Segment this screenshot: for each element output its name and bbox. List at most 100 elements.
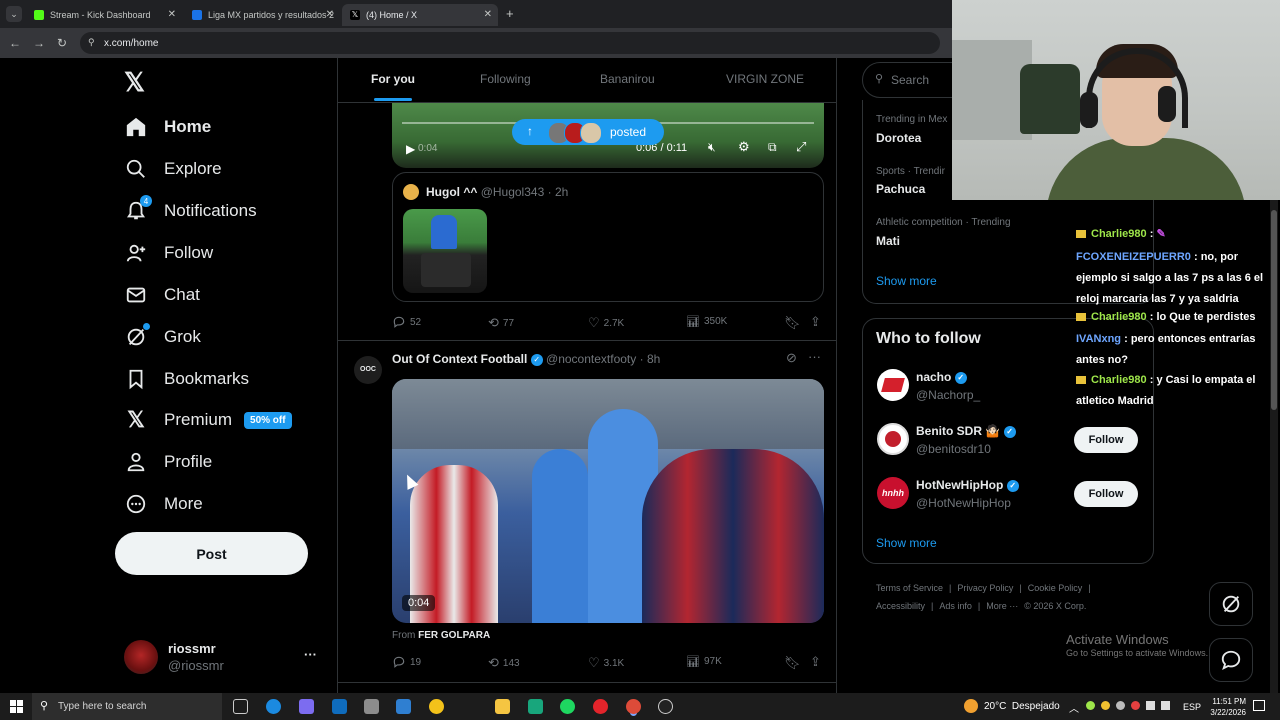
- nav-notifications[interactable]: 4 Notifications: [124, 193, 257, 229]
- new-tab-button[interactable]: +: [506, 6, 514, 21]
- share-icon[interactable]: ⇪: [810, 314, 821, 330]
- back-icon[interactable]: ←: [9, 36, 21, 50]
- chat-username[interactable]: Charlie980: [1091, 374, 1147, 386]
- outlook-icon[interactable]: [332, 699, 347, 714]
- nav-profile[interactable]: Profile: [124, 444, 212, 480]
- quoted-post[interactable]: Hugol ^^ @Hugol343 · 2h: [392, 172, 824, 302]
- x-logo-icon[interactable]: 𝕏: [124, 68, 150, 96]
- reply-button[interactable]: 19: [392, 655, 421, 669]
- browser-tab-ligamx[interactable]: Liga MX partidos y resultados 2 ✕: [184, 4, 340, 26]
- like-button[interactable]: ♡ 3.1K: [588, 655, 624, 671]
- chat-username[interactable]: Charlie980: [1091, 311, 1147, 323]
- windows-start-icon[interactable]: [10, 700, 23, 713]
- nav-home[interactable]: Home: [124, 109, 211, 145]
- chevron-up-icon[interactable]: ︿: [1069, 700, 1079, 715]
- more-icon[interactable]: ···: [808, 349, 821, 364]
- reply-button[interactable]: 52: [392, 315, 421, 329]
- tab-for-you[interactable]: For you: [371, 72, 415, 86]
- nav-explore[interactable]: Explore: [124, 151, 222, 187]
- obs-icon[interactable]: [658, 699, 673, 714]
- grok-fab[interactable]: [1209, 582, 1253, 626]
- nav-grok[interactable]: Grok: [124, 319, 201, 355]
- bookmark-icon[interactable]: 🔖︎: [784, 655, 801, 671]
- account-switcher[interactable]: riossmr @riossmr ···: [120, 636, 330, 678]
- close-icon[interactable]: ✕: [326, 9, 334, 20]
- follow-button[interactable]: Follow: [1074, 481, 1138, 507]
- copilot-icon[interactable]: [299, 699, 314, 714]
- messages-fab[interactable]: [1209, 638, 1253, 682]
- fullscreen-icon[interactable]: ⤢: [796, 139, 806, 155]
- file-explorer-icon[interactable]: [495, 699, 510, 714]
- address-input[interactable]: ⚲ x.com/home: [80, 32, 940, 54]
- share-icon[interactable]: ⇪: [810, 654, 821, 670]
- views-button[interactable]: 📊︎ 350K: [686, 315, 727, 328]
- settings-icon[interactable]: ⚙: [738, 139, 750, 155]
- follow-suggestion-name[interactable]: nacho ✓: [916, 370, 967, 384]
- post-button[interactable]: Post: [115, 532, 308, 575]
- close-icon[interactable]: ✕: [484, 9, 492, 20]
- language-indicator[interactable]: ESP: [1183, 702, 1201, 712]
- follow-suggestion-name[interactable]: HotNewHipHop ✓: [916, 478, 1019, 492]
- spotify-icon[interactable]: [560, 699, 575, 714]
- nav-premium[interactable]: 𝕏 Premium 50% off: [124, 402, 292, 438]
- chrome-active-icon[interactable]: [626, 699, 641, 714]
- chrome-icon[interactable]: [429, 699, 444, 714]
- grok-icon[interactable]: ⊘: [786, 350, 797, 366]
- taskbar-search-input[interactable]: ⚲ Type here to search: [32, 693, 222, 720]
- mute-icon[interactable]: 🔇︎: [708, 140, 716, 155]
- show-more-follow[interactable]: Show more: [876, 536, 937, 550]
- task-view-icon[interactable]: [233, 699, 248, 714]
- calculator-icon[interactable]: [364, 699, 379, 714]
- tab-search-button[interactable]: ⌄: [6, 6, 22, 22]
- attribution-source[interactable]: FER GOLPARA: [418, 630, 490, 641]
- notification-center-icon[interactable]: [1253, 700, 1265, 711]
- chat-username[interactable]: FCOXENEIZEPUERR0: [1076, 251, 1191, 263]
- edge-icon[interactable]: [266, 699, 281, 714]
- follow-button[interactable]: Follow: [1074, 427, 1138, 453]
- ads-info-link[interactable]: Ads info: [939, 601, 972, 611]
- tab-bananirou[interactable]: Bananirou: [600, 72, 655, 86]
- new-posts-pill[interactable]: ↑ posted: [512, 119, 664, 145]
- accessibility-link[interactable]: Accessibility: [876, 601, 925, 611]
- weather-text[interactable]: 20°C Despejado: [984, 701, 1060, 712]
- author-name[interactable]: Out Of Context Football: [392, 352, 527, 366]
- follow-suggestion-name[interactable]: Benito SDR 🤷🏻 ✓: [916, 424, 1016, 438]
- show-more-trends[interactable]: Show more: [876, 274, 937, 288]
- more-icon[interactable]: ···: [304, 647, 317, 662]
- trend-name[interactable]: Pachuca: [876, 182, 925, 196]
- privacy-link[interactable]: Privacy Policy: [957, 583, 1013, 593]
- tab-following[interactable]: Following: [480, 72, 531, 86]
- quoted-media[interactable]: [403, 209, 487, 293]
- nav-bookmarks[interactable]: Bookmarks: [124, 361, 249, 397]
- weather-icon[interactable]: [964, 699, 978, 713]
- repost-button[interactable]: ⟲ 143: [488, 655, 520, 671]
- bookmark-icon[interactable]: 🔖︎: [784, 315, 801, 331]
- more-link[interactable]: More ···: [986, 601, 1018, 611]
- browser-tab-kick[interactable]: Stream - Kick Dashboard ✕: [26, 4, 182, 26]
- nav-follow[interactable]: Follow: [124, 235, 213, 271]
- chat-username[interactable]: Charlie980: [1091, 228, 1147, 240]
- trend-name[interactable]: Dorotea: [876, 131, 921, 145]
- views-button[interactable]: 📊︎ 97K: [686, 655, 722, 668]
- app-icon[interactable]: [528, 699, 543, 714]
- post-video[interactable]: 0:04: [392, 379, 824, 623]
- opera-icon[interactable]: [593, 699, 608, 714]
- cookie-link[interactable]: Cookie Policy: [1028, 583, 1083, 593]
- nav-more[interactable]: More: [124, 486, 203, 522]
- vscode-icon[interactable]: [396, 699, 411, 714]
- site-info-icon[interactable]: ⚲: [88, 37, 95, 48]
- repost-button[interactable]: ⟲ 77: [488, 315, 514, 331]
- close-icon[interactable]: ✕: [168, 9, 176, 20]
- pip-icon[interactable]: ⧉: [768, 140, 777, 155]
- nav-chat[interactable]: Chat: [124, 277, 200, 313]
- play-icon[interactable]: ▶: [406, 142, 415, 156]
- tab-virgin-zone[interactable]: VIRGIN ZONE: [726, 72, 804, 86]
- tray-icons[interactable]: [1086, 701, 1176, 712]
- forward-icon[interactable]: →: [33, 36, 45, 50]
- clock[interactable]: 11:51 PM 3/22/2026: [1202, 696, 1246, 718]
- terms-link[interactable]: Terms of Service: [876, 583, 943, 593]
- browser-tab-x[interactable]: 𝕏 (4) Home / X ✕: [342, 4, 498, 26]
- like-button[interactable]: ♡ 2.7K: [588, 315, 624, 331]
- chat-username[interactable]: IVANxng: [1076, 333, 1121, 345]
- reload-icon[interactable]: ↻: [57, 36, 67, 50]
